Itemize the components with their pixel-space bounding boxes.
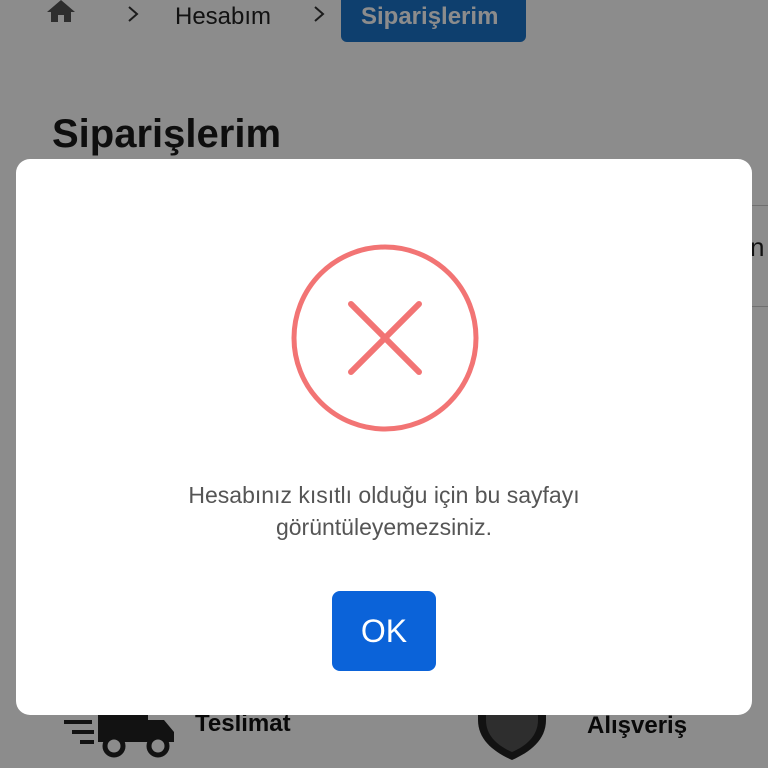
dialog-message: Hesabınız kısıtlı olduğu için bu sayfayı… [84,479,684,543]
ok-button[interactable]: OK [332,591,436,671]
error-dialog: Hesabınız kısıtlı olduğu için bu sayfayı… [16,159,752,715]
dialog-message-line2: görüntüleyemezsiniz. [275,514,493,540]
dialog-message-line1: Hesabınız kısıtlı olduğu için bu sayfayı [188,482,580,508]
error-x-icon [290,243,480,433]
page: Hesabım Siparişlerim Siparişlerim n Tesl… [0,0,768,768]
